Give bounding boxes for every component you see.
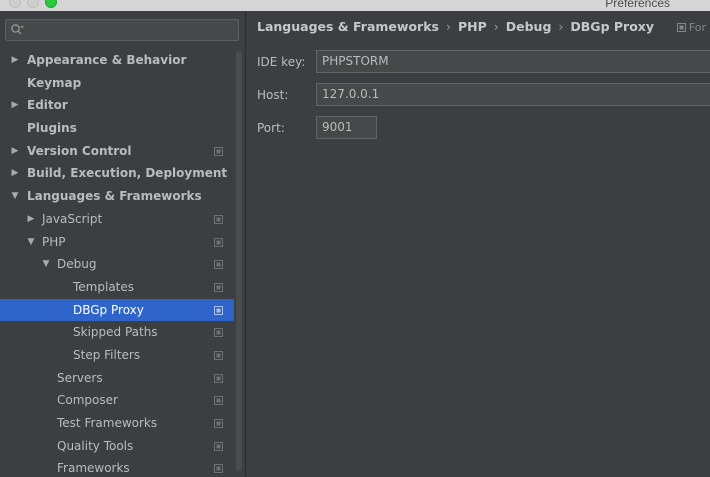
chevron-down-icon[interactable]: ▼	[41, 253, 51, 276]
chevron-right-icon[interactable]: ▶	[10, 140, 20, 163]
tree-item-step-filters[interactable]: Step Filters	[0, 344, 234, 367]
project-scope-icon	[214, 214, 223, 224]
tree-item-label: Step Filters	[73, 347, 141, 362]
project-scope-icon	[214, 350, 223, 360]
window-title: Preferences	[605, 0, 670, 10]
tree-item-label: PHP	[42, 234, 66, 249]
tree-item-label: Keymap	[27, 75, 82, 90]
project-scope-icon	[214, 441, 223, 451]
tree-item-label: Languages & Frameworks	[27, 189, 202, 204]
breadcrumb: Languages & Frameworks › PHP › Debug › DBGp Pr…	[257, 19, 654, 34]
tree-item-label: Templates	[73, 279, 135, 294]
project-scope-icon	[214, 282, 223, 292]
project-scope-icon	[214, 260, 223, 270]
tree-item-test-frameworks[interactable]: Test Frameworks	[0, 412, 234, 435]
tree-item-debug[interactable]: ▼ Debug	[0, 253, 234, 276]
window-titlebar: Preferences	[0, 0, 710, 11]
tree-item-label: Build, Execution, Deployment	[27, 166, 228, 181]
project-scope-icon	[214, 146, 223, 156]
breadcrumb-item[interactable]: DBGp Proxy	[570, 19, 654, 34]
tree-item-quality-tools[interactable]: Quality Tools	[0, 435, 234, 458]
host-label: Host:	[257, 88, 289, 102]
tree-item-label: Editor	[27, 98, 68, 113]
tree-item-php[interactable]: ▼ PHP	[0, 231, 234, 254]
ide-key-input[interactable]: PHPSTORM	[316, 50, 710, 73]
breadcrumb-item[interactable]: Languages & Frameworks	[257, 19, 439, 34]
project-scope-icon	[214, 237, 223, 247]
chevron-right-icon[interactable]: ▶	[10, 94, 20, 117]
tree-item-servers[interactable]: Servers	[0, 367, 234, 390]
tree-item-dbgp-proxy[interactable]: DBGp Proxy	[0, 298, 234, 322]
breadcrumb-item[interactable]: Debug	[506, 19, 552, 34]
ide-key-label: IDE key:	[257, 55, 306, 69]
chevron-down-icon[interactable]: ▼	[26, 231, 36, 254]
chevron-right-icon[interactable]: ▶	[10, 49, 20, 72]
tree-item-label: Quality Tools	[57, 438, 134, 453]
project-scope-icon	[214, 419, 223, 428]
breadcrumb-separator: ›	[493, 19, 499, 34]
breadcrumb-item[interactable]: PHP	[458, 19, 487, 34]
tree-item-label: JavaScript	[42, 211, 103, 226]
scope-label: For	[688, 21, 706, 34]
tree-item-languages-frameworks[interactable]: ▼ Languages & Frameworks	[0, 185, 234, 208]
project-scope-icon	[214, 373, 223, 383]
tree-item-editor[interactable]: ▶ Editor	[0, 94, 234, 117]
project-scope-icon	[214, 305, 223, 315]
tree-item-composer[interactable]: Composer	[0, 389, 234, 412]
settings-tree: ▶ Appearance & Behavior Keymap ▶ Editor Plugi…	[0, 49, 234, 477]
tree-item-frameworks[interactable]: Frameworks	[0, 457, 234, 477]
project-scope-icon	[676, 23, 686, 32]
tree-item-label: Skipped Paths	[73, 325, 158, 340]
tree-item-templates[interactable]: Templates	[0, 276, 234, 299]
host-input[interactable]: 127.0.0.1	[316, 83, 710, 106]
settings-content: Languages & Frameworks › PHP › Debug › DBGp Pr…	[247, 11, 710, 477]
tree-item-label: Frameworks	[57, 461, 130, 476]
chevron-right-icon[interactable]: ▶	[10, 162, 20, 185]
tree-item-label: Servers	[57, 370, 103, 385]
tree-item-label: Test Frameworks	[57, 416, 158, 430]
project-scope-icon	[214, 464, 223, 474]
tree-item-label: DBGp Proxy	[73, 302, 144, 317]
tree-item-skipped-paths[interactable]: Skipped Paths	[0, 321, 234, 344]
project-scope-icon	[214, 396, 223, 406]
chevron-right-icon[interactable]: ▶	[26, 208, 36, 231]
tree-item-javascript[interactable]: ▶ JavaScript	[0, 208, 234, 231]
scope-indicator: For	[676, 21, 706, 34]
tree-item-label: Debug	[57, 257, 97, 272]
tree-item-plugins[interactable]: Plugins	[0, 117, 234, 140]
tree-item-label: Composer	[57, 393, 118, 408]
tree-item-label: Appearance & Behavior	[27, 53, 187, 67]
sidebar-scrollbar[interactable]	[236, 51, 242, 471]
port-label: Port:	[257, 121, 285, 135]
settings-sidebar: ▶ Appearance & Behavior Keymap ▶ Editor Plugi…	[0, 11, 246, 477]
chevron-down-icon[interactable]: ▼	[10, 185, 20, 208]
search-icon	[11, 24, 24, 35]
tree-item-appearance-behavior[interactable]: ▶ Appearance & Behavior	[0, 49, 234, 72]
tree-item-build-execution-deployment[interactable]: ▶ Build, Execution, Deployment	[0, 162, 234, 185]
tree-item-label: Plugins	[27, 121, 77, 136]
breadcrumb-separator: ›	[445, 19, 451, 34]
project-scope-icon	[214, 328, 223, 338]
port-input[interactable]: 9001	[316, 116, 377, 139]
tree-item-label: Version Control	[27, 143, 132, 158]
tree-item-version-control[interactable]: ▶ Version Control	[0, 140, 234, 163]
breadcrumb-separator: ›	[558, 19, 564, 34]
tree-item-keymap[interactable]: Keymap	[0, 72, 234, 95]
settings-search-input[interactable]	[5, 19, 239, 41]
